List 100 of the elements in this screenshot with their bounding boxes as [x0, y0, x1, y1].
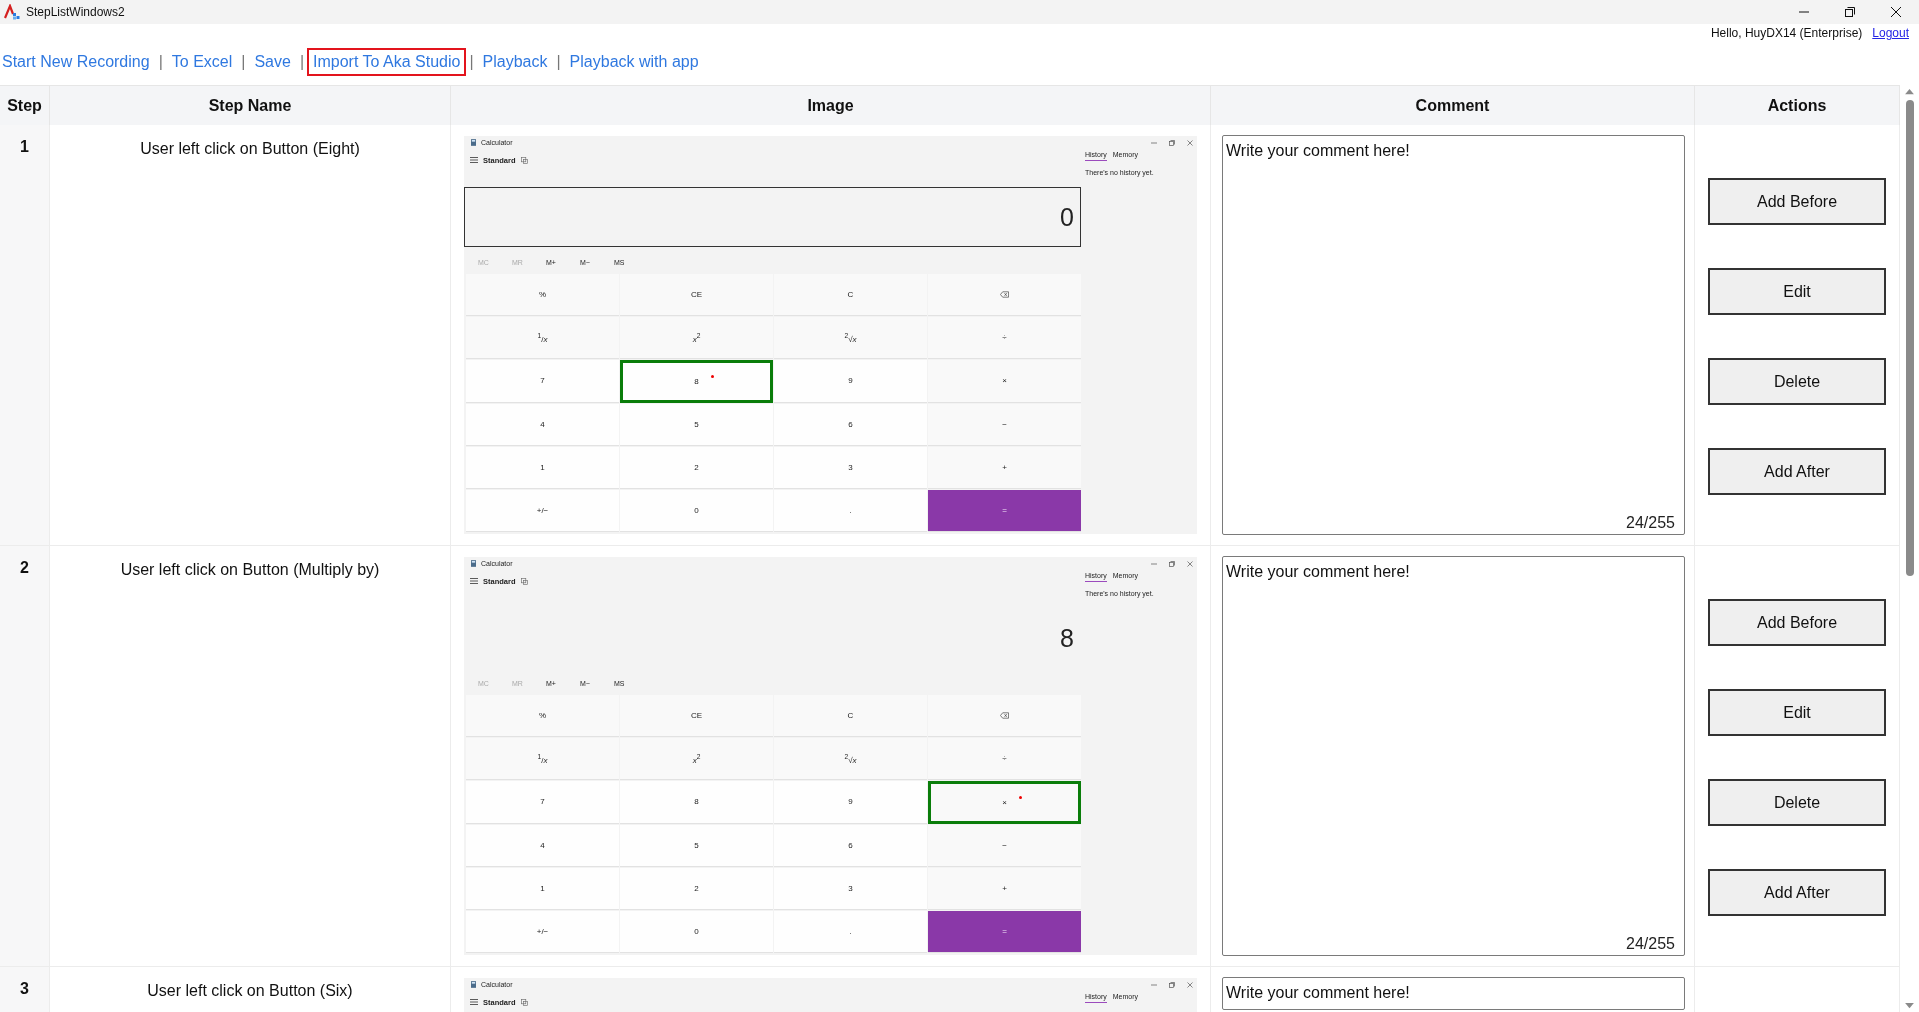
display-value: 0	[1060, 202, 1074, 232]
step-number: 3	[20, 980, 29, 999]
calculator-key: +	[928, 867, 1081, 910]
backspace-icon	[1000, 291, 1009, 299]
calculator-key: ×	[928, 781, 1081, 824]
calculator-key: x$^{2}$	[620, 317, 773, 360]
calculator-key: $^{1}$/x	[466, 317, 619, 360]
calculator-key: 0	[620, 489, 773, 532]
column-header: Step	[0, 86, 50, 125]
character-counter: 24/255	[1626, 935, 1675, 953]
calculator-key: =	[928, 489, 1081, 532]
toolbar-link[interactable]: Start New Recording	[0, 48, 156, 76]
calculator-key: 3	[774, 446, 927, 489]
separator: |	[240, 53, 247, 71]
scroll-up-icon[interactable]	[1905, 88, 1914, 95]
action-button[interactable]: Delete	[1708, 779, 1886, 826]
toolbar-link[interactable]: Playback with app	[563, 48, 705, 76]
calculator-key: 4	[466, 824, 619, 867]
action-button[interactable]: Add After	[1708, 869, 1886, 916]
minimize-icon	[1151, 981, 1157, 988]
step-number: 2	[20, 559, 29, 578]
action-button[interactable]: Add Before	[1708, 599, 1886, 646]
character-counter: 24/255	[1626, 514, 1675, 532]
calculator-key: x$^{2}$	[620, 738, 773, 781]
click-point-icon	[711, 375, 715, 379]
calculator-key: +	[928, 446, 1081, 489]
calculator-key: 4	[466, 403, 619, 446]
action-button[interactable]: Delete	[1708, 358, 1886, 405]
calculator-key: +/−	[466, 910, 619, 953]
step-name: User left click on Button (Six)	[147, 982, 353, 1000]
toolbar-link[interactable]: Save	[248, 48, 297, 76]
logout-link[interactable]: Logout	[1872, 26, 1909, 40]
menu-icon	[470, 578, 478, 584]
calculator-key: 7	[466, 781, 619, 824]
restore-icon	[1169, 560, 1175, 567]
display-value: 8	[1060, 623, 1074, 653]
calculator-app-icon	[471, 139, 476, 146]
calculator-key: 5	[620, 403, 773, 446]
backspace-icon	[1000, 712, 1009, 720]
step-name: User left click on Button (Eight)	[140, 140, 360, 158]
action-button[interactable]: Add After	[1708, 448, 1886, 495]
calculator-key: +/−	[466, 489, 619, 532]
calculator-key: 8	[620, 781, 773, 824]
menu-icon	[470, 157, 478, 163]
calculator-key: %	[466, 274, 619, 317]
calculator-key: 3	[774, 867, 927, 910]
calculator-key: 6	[774, 403, 927, 446]
calculator-key: $^{2}$√x	[774, 317, 927, 360]
calculator-key: 6	[774, 824, 927, 867]
calculator-key: =	[928, 910, 1081, 953]
separator: |	[298, 53, 306, 71]
column-header: Actions	[1695, 86, 1900, 125]
separator: |	[157, 53, 164, 71]
step-number: 1	[20, 138, 29, 157]
calculator-key: −	[928, 403, 1081, 446]
scroll-down-icon[interactable]	[1905, 1002, 1914, 1009]
column-header: Comment	[1211, 86, 1695, 125]
restore-icon	[1169, 139, 1175, 146]
calculator-key: 1	[466, 446, 619, 489]
menu-icon	[470, 999, 478, 1005]
toolbar-link[interactable]: Playback	[476, 48, 554, 76]
toolbar-link[interactable]: Import To Aka Studio	[307, 48, 467, 76]
restore-icon	[1169, 981, 1175, 988]
calculator-key: .	[774, 910, 927, 953]
action-button[interactable]: Edit	[1708, 268, 1886, 315]
calculator-key: 9	[774, 781, 927, 824]
calculator-key: %	[466, 695, 619, 738]
calculator-key: 7	[466, 360, 619, 403]
calculator-key: ÷	[928, 738, 1081, 781]
calculator-key: 2	[620, 446, 773, 489]
keep-on-top-icon	[520, 156, 528, 164]
close-icon	[1891, 7, 1901, 17]
toolbar-link[interactable]: To Excel	[165, 48, 239, 76]
calculator-key: CE	[620, 274, 773, 317]
click-point-icon	[1019, 796, 1023, 800]
calculator-key: CE	[620, 695, 773, 738]
scrollbar-thumb[interactable]	[1905, 100, 1914, 576]
close-icon	[1187, 560, 1193, 567]
action-button[interactable]: Add Before	[1708, 178, 1886, 225]
column-header: Step Name	[50, 86, 451, 125]
calculator-key: 8	[620, 360, 773, 403]
close-icon	[1187, 139, 1193, 146]
calculator-key: 5	[620, 824, 773, 867]
calculator-key: C	[774, 695, 927, 738]
comment-field[interactable]: Write your comment here!	[1222, 977, 1685, 1010]
column-header: Image	[451, 86, 1211, 125]
calculator-key: −	[928, 824, 1081, 867]
action-button[interactable]: Edit	[1708, 689, 1886, 736]
calculator-key: $^{1}$/x	[466, 738, 619, 781]
close-icon	[1187, 981, 1193, 988]
window-title: StepListWindows2	[26, 5, 125, 19]
step-name: User left click on Button (Multiply by)	[120, 561, 380, 579]
keep-on-top-icon	[520, 998, 528, 1006]
calculator-key: 2	[620, 867, 773, 910]
calculator-key: ÷	[928, 317, 1081, 360]
calculator-key: $^{2}$√x	[774, 738, 927, 781]
calculator-key: 1	[466, 867, 619, 910]
keep-on-top-icon	[520, 577, 528, 585]
calculator-app-icon	[471, 981, 476, 988]
calculator-key: 0	[620, 910, 773, 953]
